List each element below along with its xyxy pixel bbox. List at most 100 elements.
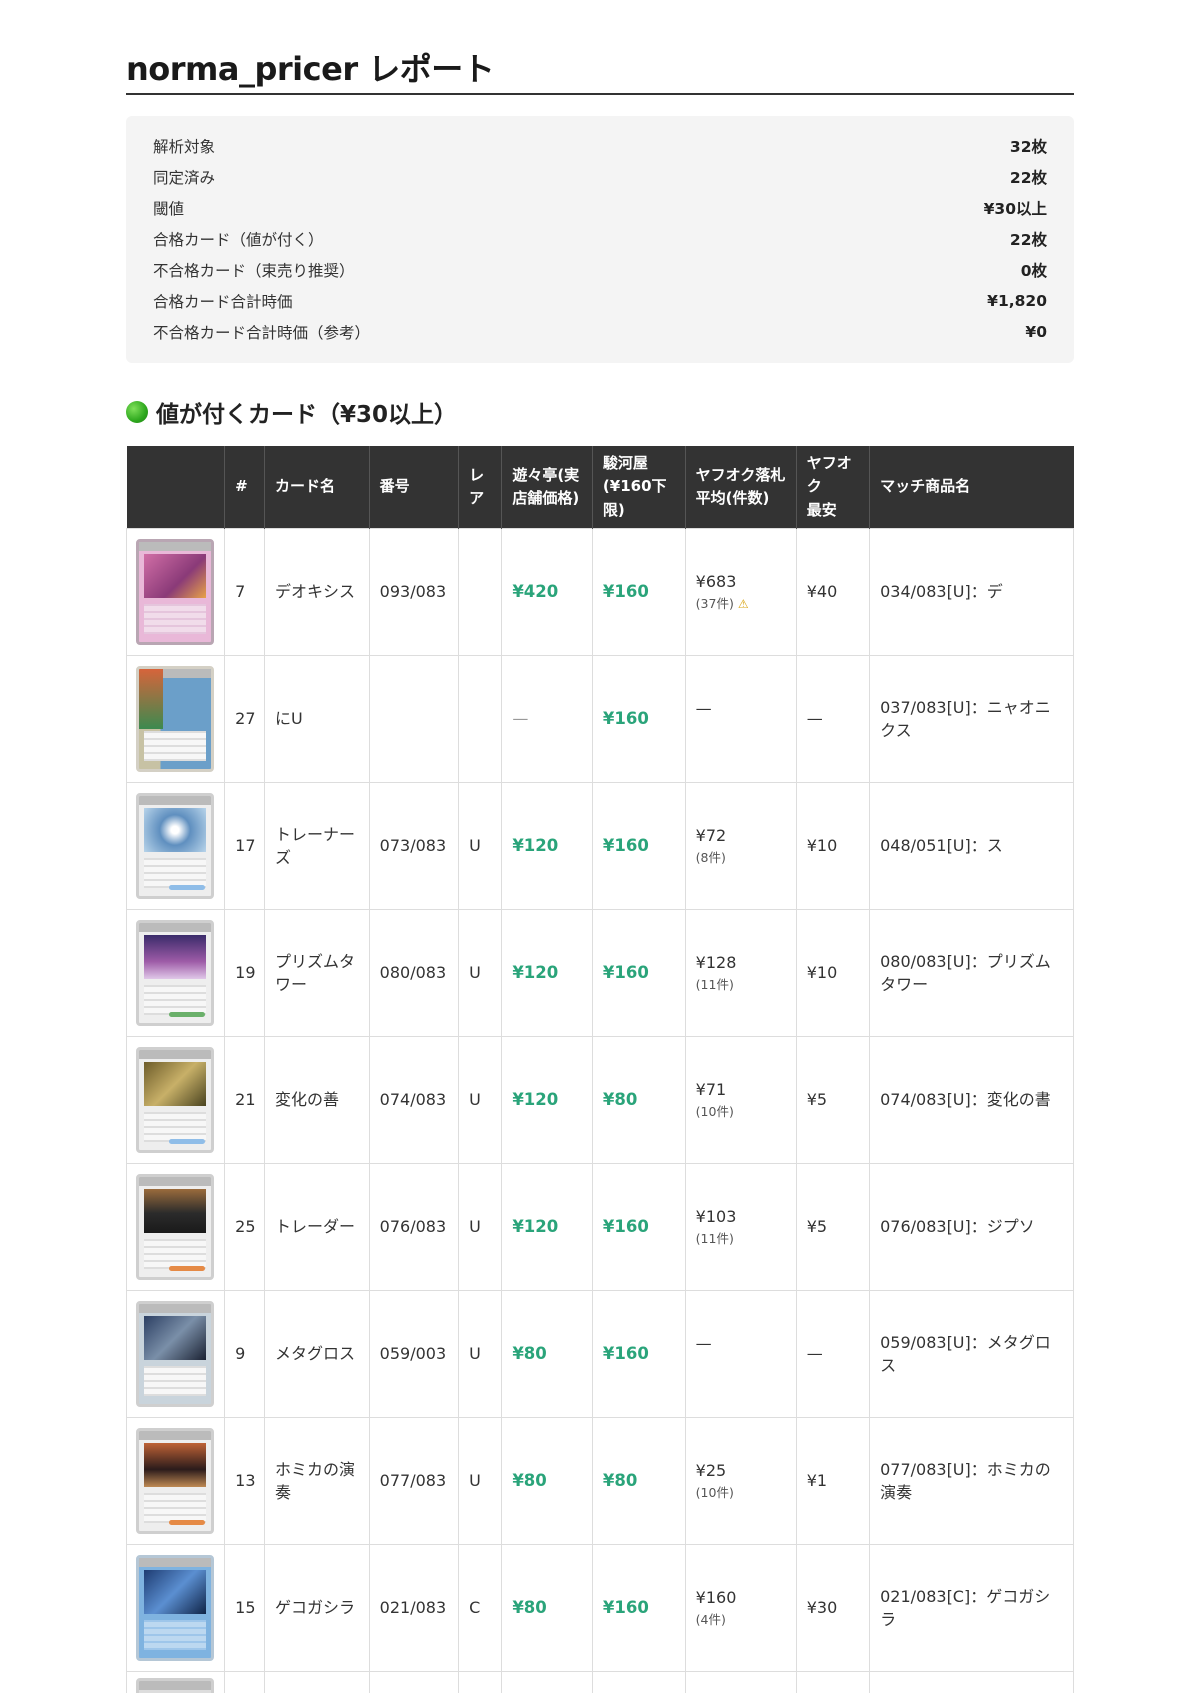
cell-yahoo-min: [795, 1670, 871, 1693]
cell-rarity: U: [458, 1035, 503, 1164]
summary-value: 22枚: [1009, 230, 1047, 249]
cell-yahoo-avg: ¥128 (11件): [684, 908, 797, 1037]
cell-code: 076/083: [368, 1162, 460, 1291]
yuyutei-price: ¥120: [512, 1216, 559, 1236]
card-thumbnail-cell: [125, 1035, 226, 1164]
cell-code: 073/083: [368, 781, 460, 910]
cell-yuyutei: —: [501, 654, 593, 783]
surugaya-price: ¥160: [602, 835, 649, 855]
cell-yahoo-avg: ¥683 (37件) ⚠: [684, 527, 797, 656]
yuyutei-price: ¥80: [512, 1597, 547, 1617]
summary-value: 0枚: [1020, 261, 1047, 280]
table-row: 17 トレーナーズ 073/083 U ¥120 ¥160 ¥72 (8件) ¥…: [125, 781, 1074, 910]
cell-num: 17: [224, 781, 266, 910]
cell-surugaya: [591, 1670, 686, 1693]
cell-num: 19: [224, 908, 266, 1037]
cell-surugaya: ¥80: [591, 1416, 686, 1545]
cell-match: 037/083[U]：ニャオニクス: [869, 654, 1074, 783]
cell-rarity: [458, 1670, 503, 1693]
cell-name: トレーダー: [264, 1162, 370, 1291]
summary-label: 同定済み: [153, 168, 216, 187]
cell-match: 076/083[U]：ジプソ: [869, 1162, 1074, 1291]
card-table: # カード名 番号 レア 遊々亭(実店舗価格) 駿河屋(¥160下限) ヤフオク…: [125, 446, 1074, 1693]
header-num: #: [224, 446, 265, 529]
summary-label: 不合格カード合計時価（参考）: [153, 323, 371, 342]
summary-row: 合格カード合計時価 ¥1,820: [153, 285, 1047, 316]
table-row: 21 変化の善 074/083 U ¥120 ¥80 ¥71 (10件) ¥5 …: [125, 1035, 1074, 1164]
table-row: 19 プリズムタワー 080/083 U ¥120 ¥160 ¥128 (11件…: [125, 908, 1074, 1037]
yahoo-avg-price: ¥72: [695, 825, 727, 845]
cell-yuyutei: ¥80: [501, 1416, 593, 1545]
card-thumbnail-cell: [125, 1289, 226, 1418]
yahoo-count-text: (11件): [695, 977, 734, 993]
page-title: norma_pricer レポート: [126, 0, 1074, 95]
cell-num: 27: [224, 654, 266, 783]
yahoo-avg-price: ¥71: [695, 1079, 727, 1099]
cell-yahoo-min: ¥1: [795, 1416, 871, 1545]
summary-row: 閾値 ¥30以上: [153, 192, 1047, 223]
summary-row: 同定済み 22枚: [153, 161, 1047, 192]
cell-rarity: C: [458, 1543, 503, 1672]
header-yuyutei: 遊々亭(実店舗価格): [501, 446, 593, 529]
yuyutei-price: ¥120: [512, 1089, 559, 1109]
card-thumbnail-cell: [125, 1543, 226, 1672]
card-thumbnail: [136, 1427, 214, 1534]
cell-match: 048/051[U]：ス: [869, 781, 1074, 910]
cell-name: にU: [264, 654, 370, 783]
report-page: norma_pricer レポート 解析対象 32枚 同定済み 22枚 閾値 ¥30以上合…: [125, 0, 1074, 1693]
cell-code: 021/083: [368, 1543, 460, 1672]
surugaya-price: ¥160: [602, 1343, 649, 1363]
surugaya-price: ¥160: [602, 708, 649, 728]
yuyutei-price: ¥120: [512, 962, 559, 982]
cell-rarity: U: [458, 1162, 503, 1291]
summary-value: ¥0: [1025, 322, 1047, 341]
yuyutei-price: ¥80: [512, 1470, 547, 1490]
cell-name: プリズムタワー: [264, 908, 370, 1037]
cell-surugaya: ¥160: [591, 1543, 686, 1672]
table-row: 15 ゲコガシラ 021/083 C ¥80 ¥160 ¥160 (4件) ¥3…: [125, 1543, 1074, 1672]
cell-code: 093/083: [368, 527, 460, 656]
surugaya-price: ¥160: [602, 962, 649, 982]
cell-yahoo-min: ¥10: [795, 908, 871, 1037]
cell-yahoo-avg: [684, 1670, 797, 1693]
yahoo-count: [696, 1357, 786, 1375]
cell-code: [368, 1670, 460, 1693]
cell-rarity: U: [458, 1416, 503, 1545]
cell-yahoo-avg: ¥103 (11件): [684, 1162, 797, 1291]
cell-yahoo-min: —: [795, 1289, 871, 1418]
summary-row: 不合格カード合計時価（参考） ¥0: [153, 316, 1047, 347]
cell-name: デオキシス: [264, 527, 370, 656]
cell-surugaya: ¥160: [591, 1162, 686, 1291]
yahoo-count: (11件): [696, 976, 786, 994]
cell-num: 25: [224, 1162, 266, 1291]
yahoo-count: (8件): [696, 849, 786, 867]
cell-yuyutei: ¥120: [501, 1162, 593, 1291]
yahoo-count-text: (10件): [695, 1104, 734, 1120]
card-thumbnail-cell: [125, 781, 226, 910]
yahoo-avg-price: —: [695, 1333, 712, 1353]
cell-surugaya: ¥160: [591, 527, 686, 656]
cell-yahoo-min: ¥10: [795, 781, 871, 910]
cell-name: メタグロス: [264, 1289, 370, 1418]
cell-yahoo-min: ¥40: [795, 527, 871, 656]
cell-match: 034/083[U]：デ: [869, 527, 1074, 656]
summary-label: 合格カード合計時価: [153, 292, 293, 311]
cell-match: 059/083[U]：メタグロス: [869, 1289, 1074, 1418]
cell-yuyutei: ¥420: [501, 527, 593, 656]
cell-yuyutei: ¥80: [501, 1289, 593, 1418]
surugaya-price: ¥160: [602, 1597, 649, 1617]
cell-num: 15: [224, 1543, 266, 1672]
table-row: 7 デオキシス 093/083 ¥420 ¥160 ¥683 (37件) ⚠ ¥4…: [125, 527, 1074, 656]
header-match: マッチ商品名: [869, 446, 1074, 529]
cell-match: 021/083[C]：ゲコガシラ: [869, 1543, 1074, 1672]
yuyutei-price: —: [512, 709, 529, 729]
yahoo-count: (10件): [696, 1484, 786, 1502]
summary-label: 閾値: [153, 199, 185, 218]
header-image: [126, 446, 225, 529]
table-row: [125, 1670, 1074, 1693]
summary-label: 解析対象: [153, 137, 216, 156]
cell-surugaya: ¥160: [591, 654, 686, 783]
cell-match: 074/083[U]：変化の書: [869, 1035, 1074, 1164]
cell-yuyutei: ¥120: [501, 1035, 593, 1164]
cell-name: 変化の善: [264, 1035, 370, 1164]
